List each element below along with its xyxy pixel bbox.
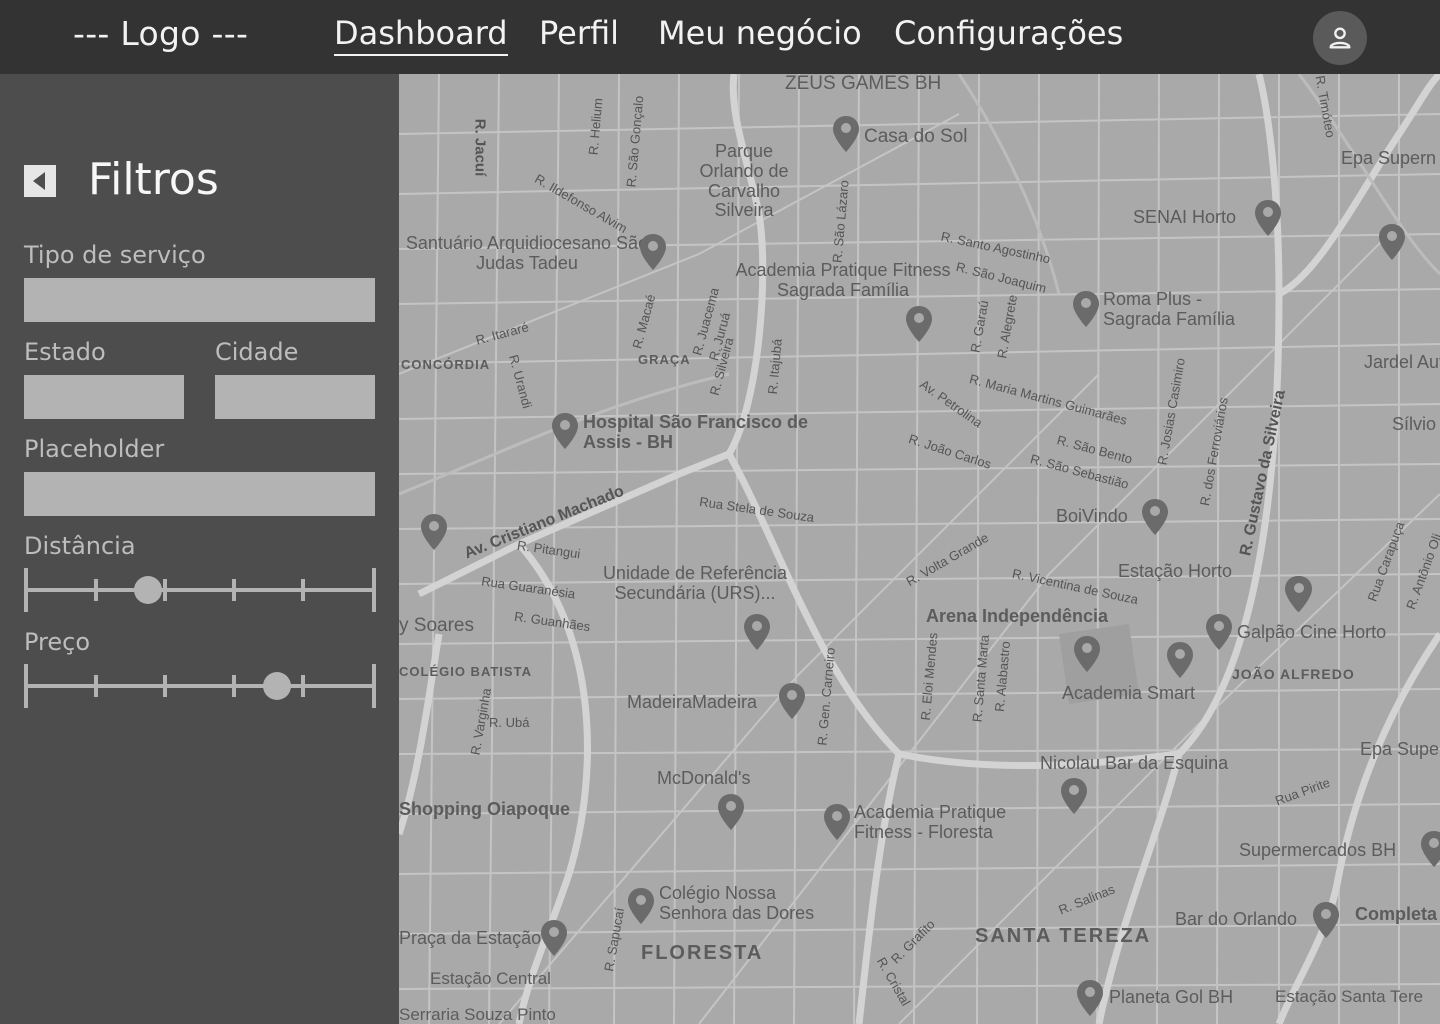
map-pin-icon[interactable] (539, 918, 569, 958)
nav-perfil[interactable]: Perfil (539, 14, 619, 52)
map-pin-icon[interactable] (626, 886, 656, 926)
map-place-label: Sílvio (1392, 414, 1437, 434)
map-pin-icon[interactable] (1311, 900, 1341, 940)
map-pin-icon[interactable] (777, 681, 807, 721)
map-place-label: Unidade de Referência Secundária (URS)..… (602, 563, 788, 603)
map-place-label: Serraria Souza Pinto (399, 1005, 556, 1024)
map-pin-icon[interactable] (1165, 640, 1195, 680)
collapse-sidebar-button[interactable] (24, 165, 56, 197)
map-place-label: SANTA TEREZA (975, 925, 1152, 947)
map-place-label: Colégio Nossa Senhora das Dores (659, 883, 815, 923)
map-place-label: Epa Super (1360, 739, 1440, 759)
preco-label: Preço (24, 628, 91, 656)
map-pin-icon[interactable] (638, 232, 668, 272)
map-place-label: Estação Horto (1118, 561, 1233, 581)
estado-input[interactable] (24, 375, 184, 419)
map-place-label: MadeiraMadeira (627, 692, 758, 712)
map-pin-icon[interactable] (1059, 776, 1089, 816)
map-place-label: BoiVindo (1056, 506, 1128, 526)
map-pin-icon[interactable] (716, 792, 746, 832)
distancia-slider[interactable] (24, 568, 376, 612)
user-icon (1329, 27, 1351, 49)
map-place-label: McDonald's (657, 768, 751, 788)
map-place-label: Galpão Cine Horto (1237, 622, 1387, 642)
map-place-label: Academia Pratique Fitness Sagrada Famíli… (735, 260, 951, 300)
avatar-button[interactable] (1313, 11, 1367, 65)
map-pin-icon[interactable] (1071, 289, 1101, 329)
logo[interactable]: --- Logo --- (73, 14, 248, 53)
map-place-label: Epa Supern (1341, 148, 1437, 168)
estado-label: Estado (24, 338, 106, 366)
map-street-label: R. Ubá (489, 715, 530, 730)
map-place-label: Academia Pratique Fitness - Floresta (854, 802, 1007, 842)
map-place-label: Shopping Oiapoque (399, 799, 570, 819)
map-pin-icon[interactable] (1419, 829, 1440, 869)
map-pin-icon[interactable] (1377, 222, 1407, 262)
map-street-label: R. Jacuí (471, 118, 489, 177)
nav-configuracoes[interactable]: Configurações (894, 14, 1123, 52)
placeholder-input[interactable] (24, 472, 375, 516)
map-place-label: CONCÓRDIA (401, 357, 491, 372)
map-place-label: Parque Orlando de Carvalho Silveira (699, 141, 789, 221)
map-place-label: Estação Central (430, 969, 551, 988)
map-place-label: Arena Independência (926, 606, 1109, 626)
cidade-input[interactable] (215, 375, 375, 419)
map-place-label: Bar do Orlando (1175, 909, 1298, 929)
map-place-label: GRAÇA (638, 352, 691, 367)
map-place-label: JOÃO ALFREDO (1232, 666, 1355, 682)
nav-dashboard[interactable]: Dashboard (334, 14, 508, 56)
map-place-label: Praça da Estação (399, 928, 542, 948)
map-pin-icon[interactable] (419, 512, 449, 552)
map-pin-icon[interactable] (742, 612, 772, 652)
top-navbar: --- Logo --- Dashboard Perfil Meu negóci… (0, 0, 1440, 74)
tipo-servico-input[interactable] (24, 278, 375, 322)
map-place-label: Supermercados BH (1239, 840, 1397, 860)
map-view[interactable]: ZEUS GAMES BH Casa do Sol Parque Orlando… (399, 74, 1440, 1024)
map-pin-icon[interactable] (1284, 574, 1314, 614)
map-place-label: FLORESTA (641, 942, 764, 964)
triangle-left-icon (33, 172, 45, 190)
map-place-label: Nicolau Bar da Esquina (1040, 753, 1229, 773)
map-place-label: SENAI Horto (1133, 207, 1237, 227)
filters-title: Filtros (88, 154, 219, 205)
map-place-label: Estação Santa Tere (1275, 987, 1424, 1006)
map-pin-icon[interactable] (1072, 634, 1102, 674)
preco-slider-thumb[interactable] (262, 672, 291, 700)
map-pin-icon[interactable] (822, 802, 852, 842)
tipo-servico-label: Tipo de serviço (24, 241, 206, 269)
map-pin-icon[interactable] (831, 114, 861, 154)
map-place-label: Jardel Auto (1364, 352, 1440, 372)
map-pin-icon[interactable] (1253, 198, 1283, 238)
map-place-label: Roma Plus - Sagrada Família (1103, 289, 1236, 329)
map-place-label: Academia Smart (1062, 683, 1196, 703)
map-place-label: Hospital São Francisco de Assis - BH (583, 412, 809, 452)
placeholder-label: Placeholder (24, 435, 165, 463)
map-place-label: COLÉGIO BATISTA (399, 664, 532, 679)
map-place-label: ZEUS GAMES BH (785, 74, 942, 94)
map-place-label: y Soares (399, 615, 474, 636)
preco-slider[interactable] (24, 664, 376, 708)
distancia-slider-thumb[interactable] (133, 576, 162, 604)
map-place-label: Completa (1355, 904, 1438, 924)
map-place-label: Casa do Sol (864, 126, 968, 147)
map-pin-icon[interactable] (1075, 978, 1105, 1018)
map-place-label: Planeta Gol BH (1109, 987, 1234, 1007)
map-pin-icon[interactable] (1204, 612, 1234, 652)
map-pin-icon[interactable] (550, 411, 580, 451)
filters-sidebar: Filtros Tipo de serviço Estado Cidade Pl… (0, 74, 399, 1024)
distancia-label: Distância (24, 532, 136, 560)
nav-meu-negocio[interactable]: Meu negócio (658, 14, 862, 52)
cidade-label: Cidade (215, 338, 299, 366)
map-place-label: Santuário Arquidiocesano São Judas Tadeu (405, 233, 649, 273)
map-pin-icon[interactable] (1140, 497, 1170, 537)
map-pin-icon[interactable] (904, 304, 934, 344)
